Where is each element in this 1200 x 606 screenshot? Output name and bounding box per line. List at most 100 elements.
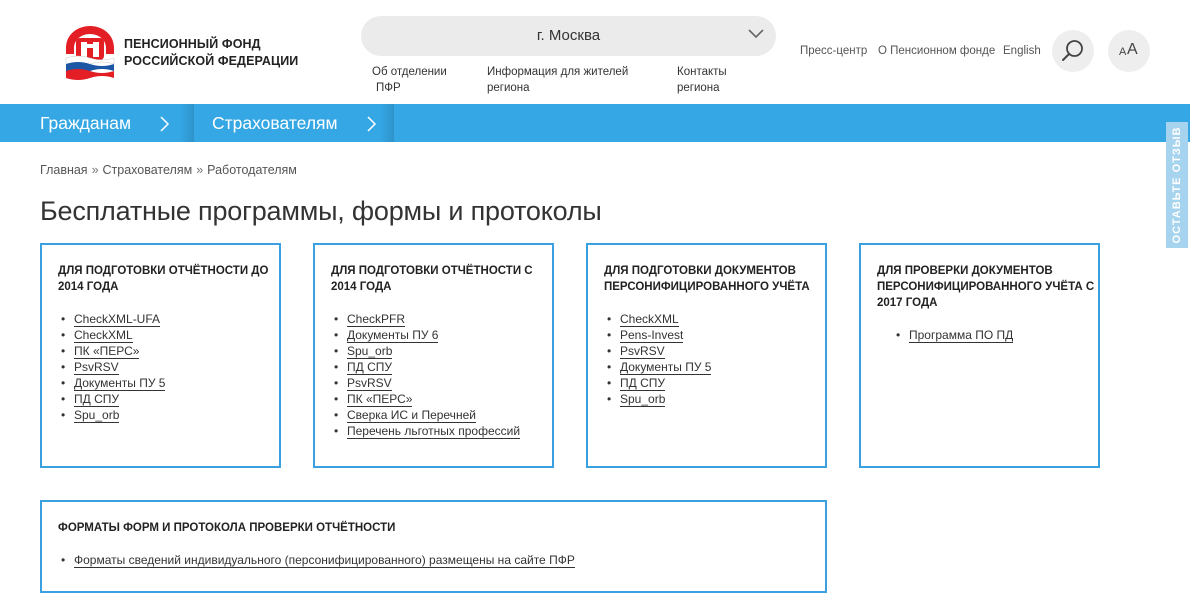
card-title: ДЛЯ ПРОВЕРКИ ДОКУМЕНТОВ ПЕРСОНИФИЦИРОВАН… (877, 263, 1094, 311)
nav-insurers-label: Страхователям (212, 113, 338, 133)
about-branch-link[interactable]: Об отделении ПФР (372, 64, 447, 96)
program-link[interactable]: CheckPFR (347, 312, 406, 327)
program-link[interactable]: CheckXML (74, 328, 133, 343)
program-list: Программа ПО ПД (893, 327, 1014, 343)
feedback-tab[interactable]: ОСТАВЬТЕ ОТЗЫВ (1166, 122, 1188, 248)
list-item: ПК «ПЕРС» (331, 391, 520, 407)
breadcrumb-separator: » (196, 163, 204, 177)
breadcrumb-separator: » (91, 163, 99, 177)
nav-citizens-label: Гражданам (40, 113, 132, 133)
about-branch-line-2: ПФР (376, 82, 401, 94)
card-title-line: ПЕРСОНИФИЦИРОВАННОГО УЧЁТА (604, 281, 810, 293)
region-label: г. Москва (536, 27, 601, 44)
program-link[interactable]: Документы ПУ 6 (347, 328, 439, 343)
program-link[interactable]: Spu_orb (74, 408, 120, 423)
program-link[interactable]: PsvRSV (620, 344, 665, 359)
program-link[interactable]: Перечень льготных профессий (347, 424, 521, 439)
site-header: ПЕНСИОННЫЙ ФОНД РОССИЙСКОЙ ФЕДЕРАЦИИ г. … (0, 0, 1200, 104)
breadcrumb: Главная» Страхователям» Работодателям (40, 163, 297, 177)
program-link[interactable]: Документы ПУ 5 (620, 360, 712, 375)
breadcrumb-insurers[interactable]: Страхователям (103, 163, 193, 177)
feedback-label: ОСТАВЬТЕ ОТЗЫВ (1171, 126, 1183, 244)
chevron-down-icon (748, 29, 764, 39)
pfr-logo[interactable]: ПЕНСИОННЫЙ ФОНД РОССИЙСКОЙ ФЕДЕРАЦИИ (62, 24, 298, 82)
card-title-line: ДЛЯ ПОДГОТОВКИ ОТЧЁТНОСТИ С (331, 265, 533, 277)
list-item: PsvRSV (58, 359, 165, 375)
breadcrumb-employers[interactable]: Работодателям (207, 163, 297, 177)
card-title: ФОРМАТЫ ФОРМ И ПРОТОКОЛА ПРОВЕРКИ ОТЧЁТН… (58, 520, 395, 536)
card-title-line: ДЛЯ ПРОВЕРКИ ДОКУМЕНТОВ (877, 265, 1053, 277)
region-contacts-line-2: региона (677, 82, 720, 94)
program-list: CheckXML Pens-Invest PsvRSV Документы ПУ… (604, 311, 712, 407)
font-size-button[interactable]: A A (1108, 30, 1150, 72)
about-branch-line-1: Об отделении (372, 66, 447, 78)
font-small-icon: A (1119, 46, 1127, 58)
pfr-emblem-icon (65, 26, 115, 80)
program-link[interactable]: ПК «ПЕРС» (74, 344, 140, 359)
chevron-right-icon (160, 116, 170, 132)
list-item: Сверка ИС и Перечней (331, 407, 520, 423)
program-link[interactable]: ПД СПУ (347, 360, 392, 375)
logo-text: ПЕНСИОННЫЙ ФОНД РОССИЙСКОЙ ФЕДЕРАЦИИ (124, 36, 298, 70)
list-item: ПД СПУ (604, 375, 711, 391)
list-item: CheckXML (58, 327, 165, 343)
program-link[interactable]: Spu_orb (347, 344, 393, 359)
list-item: ПК «ПЕРС» (58, 343, 165, 359)
list-item: ПД СПУ (58, 391, 165, 407)
card-personified-documents: ДЛЯ ПОДГОТОВКИ ДОКУМЕНТОВ ПЕРСОНИФИЦИРОВ… (586, 243, 827, 468)
list-item: Документы ПУ 5 (58, 375, 166, 391)
list-item: Spu_orb (604, 391, 711, 407)
nav-insurers[interactable]: Страхователям (212, 104, 338, 142)
card-title: ДЛЯ ПОДГОТОВКИ ОТЧЁТНОСТИ С 2014 ГОДА (331, 263, 533, 295)
program-link[interactable]: Документы ПУ 5 (74, 376, 166, 391)
card-title-line: 2014 ГОДА (58, 281, 119, 293)
page-title: Бесплатные программы, формы и протоколы (40, 196, 602, 226)
list-item: Перечень льготных профессий (331, 423, 521, 439)
program-link[interactable]: Spu_orb (620, 392, 666, 407)
region-info-line-2: региона (487, 82, 530, 94)
list-item: CheckXML-UFA (58, 311, 165, 327)
card-title: ДЛЯ ПОДГОТОВКИ ОТЧЁТНОСТИ ДО 2014 ГОДА (58, 263, 268, 295)
list-item: Документы ПУ 5 (604, 359, 712, 375)
program-link[interactable]: ПД СПУ (620, 376, 665, 391)
program-link[interactable]: PsvRSV (74, 360, 119, 375)
program-link[interactable]: ПК «ПЕРС» (347, 392, 413, 407)
breadcrumb-home[interactable]: Главная (40, 163, 88, 177)
search-icon (1062, 40, 1083, 61)
program-link[interactable]: ПД СПУ (74, 392, 119, 407)
card-personified-check-2017: ДЛЯ ПРОВЕРКИ ДОКУМЕНТОВ ПЕРСОНИФИЦИРОВАН… (859, 243, 1100, 468)
list-item: Pens-Invest (604, 327, 711, 343)
list-item: Программа ПО ПД (893, 327, 1014, 343)
program-link[interactable]: Сверка ИС и Перечней (347, 408, 476, 423)
list-item: ПД СПУ (331, 359, 520, 375)
nav-citizens[interactable]: Гражданам (40, 104, 131, 142)
logo-line-1: ПЕНСИОННЫЙ ФОНД (124, 37, 261, 51)
region-select[interactable]: г. Москва (361, 16, 776, 56)
program-list: Форматы сведений индивидуального (персон… (58, 552, 575, 568)
card-title-line: ФОРМАТЫ ФОРМ И ПРОТОКОЛА ПРОВЕРКИ ОТЧЁТН… (58, 522, 396, 534)
english-link[interactable]: English (1003, 45, 1041, 57)
list-item: Форматы сведений индивидуального (персон… (58, 552, 575, 568)
chevron-right-icon (367, 116, 377, 132)
program-link[interactable]: PsvRSV (347, 376, 392, 391)
formats-link[interactable]: Форматы сведений индивидуального (персон… (74, 553, 575, 568)
list-item: CheckXML (604, 311, 711, 327)
about-fund-link[interactable]: О Пенсионном фонде (878, 45, 995, 57)
search-button[interactable] (1052, 30, 1094, 72)
program-link[interactable]: Pens-Invest (620, 328, 684, 343)
list-item: PsvRSV (604, 343, 711, 359)
card-reporting-since-2014: ДЛЯ ПОДГОТОВКИ ОТЧЁТНОСТИ С 2014 ГОДА Ch… (313, 243, 554, 468)
press-center-link[interactable]: Пресс-центр (800, 45, 867, 57)
card-title-line: 2014 ГОДА (331, 281, 392, 293)
program-link[interactable]: Программа ПО ПД (909, 328, 1014, 343)
program-link[interactable]: CheckXML (620, 312, 679, 327)
card-title-line: 2017 ГОДА (877, 297, 938, 309)
main-nav: Гражданам Страхователям (0, 104, 1190, 142)
list-item: CheckPFR (331, 311, 520, 327)
card-reporting-before-2014: ДЛЯ ПОДГОТОВКИ ОТЧЁТНОСТИ ДО 2014 ГОДА C… (40, 243, 281, 468)
card-title-line: ДЛЯ ПОДГОТОВКИ ОТЧЁТНОСТИ ДО (58, 265, 269, 277)
region-contacts-link[interactable]: Контакты региона (677, 64, 727, 96)
region-info-link[interactable]: Информация для жителей региона (487, 64, 628, 96)
program-link[interactable]: CheckXML-UFA (74, 312, 161, 327)
program-list: CheckPFR Документы ПУ 6 Spu_orb ПД СПУ P… (331, 311, 521, 439)
